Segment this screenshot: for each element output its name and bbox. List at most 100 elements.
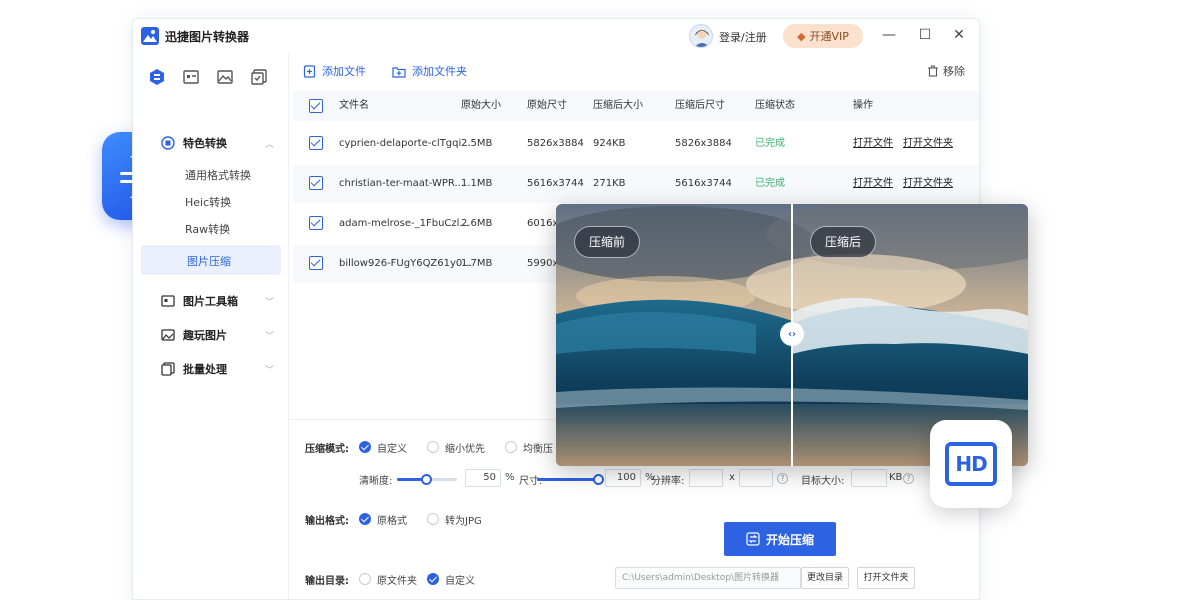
title-bar: 迅捷图片转换器 登录/注册 ◆ 开通VIP — ☐ ✕ bbox=[133, 19, 979, 53]
size-slider-handle[interactable] bbox=[593, 474, 604, 485]
open-folder-link[interactable]: 打开文件夹 bbox=[903, 165, 953, 203]
sidebar-item-raw-convert[interactable]: Raw转换 bbox=[185, 221, 230, 237]
dir-original-label[interactable]: 原文件夹 bbox=[377, 572, 417, 587]
image-toolbox-icon[interactable] bbox=[181, 67, 201, 87]
add-file-icon bbox=[303, 64, 316, 78]
row-checkbox[interactable] bbox=[309, 136, 323, 150]
file-name: billow926-FUgY6QZ61y0... bbox=[339, 258, 472, 269]
row-checkbox[interactable] bbox=[309, 256, 323, 270]
sidebar-item-label: 图片压缩 bbox=[187, 255, 231, 268]
row-checkbox[interactable] bbox=[309, 216, 323, 230]
col-filename: 文件名 bbox=[339, 100, 369, 111]
target-size-input[interactable] bbox=[851, 469, 887, 487]
original-size: 1.7MB bbox=[461, 258, 493, 269]
start-compress-button[interactable]: 开始压缩 bbox=[724, 522, 836, 556]
remove-button[interactable]: 移除 bbox=[927, 63, 965, 79]
format-original-radio[interactable] bbox=[359, 513, 371, 525]
format-jpg-radio[interactable] bbox=[427, 513, 439, 525]
select-all-checkbox[interactable] bbox=[309, 99, 323, 113]
sidebar-group-image-toolbox[interactable]: 图片工具箱 ﹀ bbox=[161, 293, 274, 309]
batch-icon bbox=[161, 362, 175, 376]
chevron-up-icon: ︿ bbox=[265, 139, 275, 150]
resolution-label: 分辨率: bbox=[651, 476, 685, 487]
user-avatar[interactable] bbox=[689, 24, 713, 48]
start-compress-label: 开始压缩 bbox=[765, 532, 814, 547]
image-edit-icon[interactable] bbox=[215, 67, 235, 87]
file-name: christian-ter-maat-WPR... bbox=[339, 178, 465, 189]
open-folder-link[interactable]: 打开文件夹 bbox=[903, 125, 953, 163]
mode-balance-label[interactable]: 均衡压 bbox=[523, 440, 553, 455]
table-row[interactable]: christian-ter-maat-WPR... 1.1MB 5616x374… bbox=[293, 165, 979, 203]
sidebar-item-heic-convert[interactable]: Heic转换 bbox=[185, 194, 231, 210]
clarity-input[interactable]: 50 bbox=[465, 469, 501, 487]
sidebar-item-general-convert[interactable]: 通用格式转换 bbox=[185, 167, 251, 183]
change-dir-button[interactable]: 更改目录 bbox=[801, 567, 849, 589]
target-size-label: 目标大小: bbox=[801, 476, 845, 487]
login-register-link[interactable]: 登录/注册 bbox=[719, 29, 767, 45]
target-size-help-icon[interactable]: ? bbox=[903, 473, 914, 484]
compressed-size: 924KB bbox=[593, 138, 626, 149]
resolution-height-input[interactable] bbox=[739, 469, 773, 487]
add-file-button[interactable]: 添加文件 bbox=[303, 63, 366, 79]
open-file-link[interactable]: 打开文件 bbox=[853, 125, 893, 163]
swap-icon bbox=[746, 532, 760, 546]
dir-custom-label[interactable]: 自定义 bbox=[445, 572, 475, 587]
sidebar-group-feature-convert[interactable]: 特色转换 ︿ bbox=[161, 135, 274, 151]
output-dir-label: 输出目录: bbox=[305, 576, 349, 587]
resolution-width-input[interactable] bbox=[689, 469, 723, 487]
add-folder-icon bbox=[392, 66, 406, 78]
row-checkbox[interactable] bbox=[309, 176, 323, 190]
clarity-slider-handle[interactable] bbox=[421, 474, 432, 485]
add-folder-button[interactable]: 添加文件夹 bbox=[392, 63, 467, 79]
maximize-icon[interactable]: ☐ bbox=[917, 27, 933, 43]
table-row[interactable]: cyprien-delaporte-clTgqi... 2.5MB 5826x3… bbox=[293, 125, 979, 163]
file-name: adam-melrose-_1FbuCzl... bbox=[339, 218, 469, 229]
format-original-label[interactable]: 原格式 bbox=[377, 512, 407, 527]
col-original-dim: 原始尺寸 bbox=[527, 100, 567, 111]
original-dim: 5826x3884 bbox=[527, 138, 584, 149]
mode-label: 压缩模式: bbox=[305, 444, 349, 455]
format-jpg-label[interactable]: 转为JPG bbox=[445, 512, 482, 527]
sidebar-item-image-compress[interactable]: 图片压缩 bbox=[141, 245, 281, 275]
mode-custom-radio[interactable] bbox=[359, 441, 371, 453]
minimize-icon[interactable]: — bbox=[881, 27, 897, 43]
chevron-down-icon: ﹀ bbox=[265, 331, 275, 342]
sidebar-group-batch[interactable]: 批量处理 ﹀ bbox=[161, 361, 274, 377]
feature-convert-icon bbox=[161, 136, 175, 150]
remove-label: 移除 bbox=[943, 65, 965, 78]
hd-icon: HD bbox=[945, 442, 997, 486]
after-label: 压缩后 bbox=[810, 226, 877, 258]
convert-tool-icon[interactable] bbox=[147, 67, 167, 87]
size-input[interactable]: 100 bbox=[605, 469, 641, 487]
col-original-size: 原始大小 bbox=[461, 100, 501, 111]
compare-drag-handle[interactable]: ‹› bbox=[780, 322, 804, 346]
open-folder-button[interactable]: 打开文件夹 bbox=[857, 567, 915, 589]
size-slider[interactable] bbox=[537, 474, 604, 485]
clarity-label: 清晰度: bbox=[359, 476, 393, 487]
sidebar-group-fun-images[interactable]: 趣玩图片 ﹀ bbox=[161, 327, 274, 343]
mode-shrink-label[interactable]: 缩小优先 bbox=[445, 440, 485, 455]
sidebar-group-label: 图片工具箱 bbox=[183, 295, 238, 308]
mode-shrink-radio[interactable] bbox=[427, 441, 439, 453]
col-compressed-dim: 压缩后尺寸 bbox=[675, 100, 725, 111]
batch-process-icon[interactable] bbox=[249, 67, 269, 87]
sidebar-group-label: 趣玩图片 bbox=[183, 329, 227, 342]
clarity-slider[interactable] bbox=[397, 474, 457, 485]
mode-balance-radio[interactable] bbox=[505, 441, 517, 453]
toolbox-icon bbox=[161, 295, 175, 307]
close-icon[interactable]: ✕ bbox=[951, 27, 967, 43]
open-vip-button[interactable]: ◆ 开通VIP bbox=[783, 24, 863, 48]
before-label: 压缩前 bbox=[574, 226, 641, 258]
status-badge: 已完成 bbox=[755, 178, 785, 189]
open-file-link[interactable]: 打开文件 bbox=[853, 165, 893, 203]
original-size: 2.6MB bbox=[461, 218, 493, 229]
output-path-input[interactable]: C:\Users\admin\Desktop\图片转换器 bbox=[615, 567, 801, 589]
add-file-label: 添加文件 bbox=[322, 65, 366, 78]
dir-custom-radio[interactable] bbox=[427, 573, 439, 585]
col-actions: 操作 bbox=[853, 100, 873, 111]
mode-custom-label[interactable]: 自定义 bbox=[377, 440, 407, 455]
resolution-help-icon[interactable]: ? bbox=[777, 473, 788, 484]
dir-original-radio[interactable] bbox=[359, 573, 371, 585]
sidebar: 特色转换 ︿ 通用格式转换 Heic转换 Raw转换 图片压缩 图片工具箱 ﹀ … bbox=[133, 53, 289, 599]
fun-image-icon bbox=[161, 329, 175, 341]
